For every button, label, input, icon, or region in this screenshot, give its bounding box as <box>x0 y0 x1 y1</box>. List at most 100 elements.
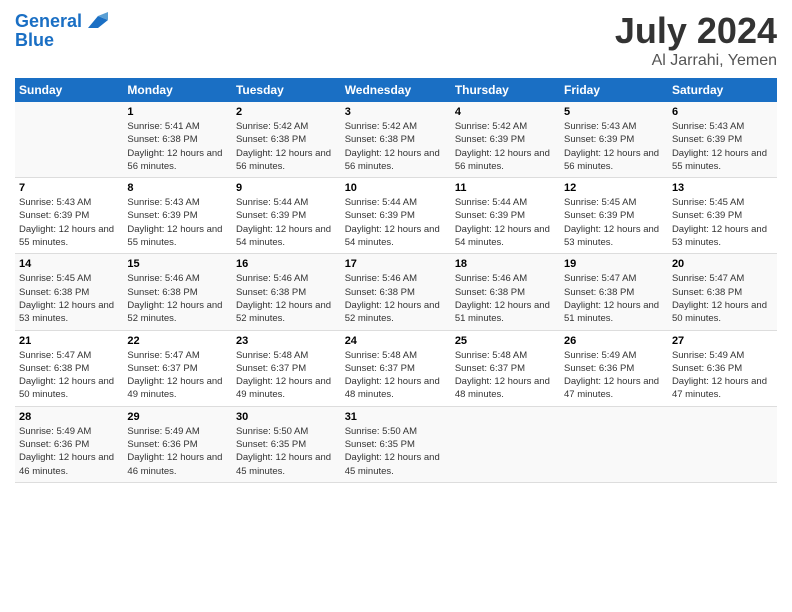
day-number: 21 <box>19 335 119 347</box>
cell-w1d5: 12Sunrise: 5:45 AMSunset: 6:39 PMDayligh… <box>560 178 668 254</box>
day-number: 2 <box>236 106 337 118</box>
week-row-2: 14 Sunrise: 5:45 AMSunset: 6:38 PMDayligh… <box>15 254 777 330</box>
day-number: 18 <box>455 258 556 270</box>
col-friday: Friday <box>560 78 668 102</box>
day-info: Sunrise: 5:48 AMSunset: 6:37 PMDaylight:… <box>455 349 556 402</box>
cell-w4d0: 28 Sunrise: 5:49 AMSunset: 6:36 PMDayligh… <box>15 406 123 482</box>
cell-w0d4: 4 Sunrise: 5:42 AMSunset: 6:39 PMDaylight… <box>451 102 560 178</box>
cell-w2d6: 20 Sunrise: 5:47 AMSunset: 6:38 PMDayligh… <box>668 254 777 330</box>
day-info: Sunrise: 5:41 AMSunset: 6:38 PMDaylight:… <box>127 120 228 173</box>
day-info: Sunrise: 5:47 AMSunset: 6:38 PMDaylight:… <box>564 272 664 325</box>
day-number: 17 <box>345 258 447 270</box>
cell-w3d4: 25 Sunrise: 5:48 AMSunset: 6:37 PMDayligh… <box>451 330 560 406</box>
day-number: 6 <box>672 106 773 118</box>
day-info: Sunrise: 5:42 AMSunset: 6:38 PMDaylight:… <box>345 120 447 173</box>
day-info: Sunrise: 5:49 AMSunset: 6:36 PMDaylight:… <box>127 425 228 478</box>
day-info: Sunrise: 5:48 AMSunset: 6:37 PMDaylight:… <box>236 349 337 402</box>
day-info: Sunrise: 5:46 AMSunset: 6:38 PMDaylight:… <box>455 272 556 325</box>
day-info: Sunrise: 5:46 AMSunset: 6:38 PMDaylight:… <box>127 272 228 325</box>
day-info: Sunrise: 5:50 AMSunset: 6:35 PMDaylight:… <box>345 425 447 478</box>
cell-w2d2: 16 Sunrise: 5:46 AMSunset: 6:38 PMDayligh… <box>232 254 341 330</box>
day-number: 20 <box>672 258 773 270</box>
cell-w0d6: 6Sunrise: 5:43 AMSunset: 6:39 PMDaylight… <box>668 102 777 178</box>
col-monday: Monday <box>123 78 232 102</box>
cell-w2d5: 19 Sunrise: 5:47 AMSunset: 6:38 PMDayligh… <box>560 254 668 330</box>
cell-w2d3: 17 Sunrise: 5:46 AMSunset: 6:38 PMDayligh… <box>341 254 451 330</box>
day-number: 16 <box>236 258 337 270</box>
day-number: 24 <box>345 335 447 347</box>
day-info: Sunrise: 5:43 AMSunset: 6:39 PMDaylight:… <box>564 120 664 173</box>
day-number: 10 <box>345 182 447 194</box>
day-info: Sunrise: 5:44 AMSunset: 6:39 PMDaylight:… <box>236 196 337 249</box>
cell-w3d3: 24 Sunrise: 5:48 AMSunset: 6:37 PMDayligh… <box>341 330 451 406</box>
day-number: 13 <box>672 182 773 194</box>
cell-w0d1: 1 Sunrise: 5:41 AMSunset: 6:38 PMDaylight… <box>123 102 232 178</box>
col-tuesday: Tuesday <box>232 78 341 102</box>
day-number: 29 <box>127 411 228 423</box>
cell-w1d3: 10 Sunrise: 5:44 AMSunset: 6:39 PMDayligh… <box>341 178 451 254</box>
cell-w0d2: 2 Sunrise: 5:42 AMSunset: 6:38 PMDaylight… <box>232 102 341 178</box>
col-wednesday: Wednesday <box>341 78 451 102</box>
day-number: 11 <box>455 182 556 194</box>
day-number: 9 <box>236 182 337 194</box>
cell-w1d0: 7Sunrise: 5:43 AMSunset: 6:39 PMDaylight… <box>15 178 123 254</box>
day-number: 30 <box>236 411 337 423</box>
day-info: Sunrise: 5:46 AMSunset: 6:38 PMDaylight:… <box>236 272 337 325</box>
logo-icon <box>84 10 108 34</box>
day-number: 26 <box>564 335 664 347</box>
month-title: July 2024 <box>615 10 777 52</box>
cell-w2d0: 14 Sunrise: 5:45 AMSunset: 6:38 PMDayligh… <box>15 254 123 330</box>
day-info: Sunrise: 5:49 AMSunset: 6:36 PMDaylight:… <box>564 349 664 402</box>
day-info: Sunrise: 5:48 AMSunset: 6:37 PMDaylight:… <box>345 349 447 402</box>
col-sunday: Sunday <box>15 78 123 102</box>
day-info: Sunrise: 5:49 AMSunset: 6:36 PMDaylight:… <box>672 349 773 402</box>
day-number: 31 <box>345 411 447 423</box>
day-number: 3 <box>345 106 447 118</box>
day-info: Sunrise: 5:47 AMSunset: 6:38 PMDaylight:… <box>19 349 119 402</box>
cell-w3d1: 22Sunrise: 5:47 AMSunset: 6:37 PMDayligh… <box>123 330 232 406</box>
day-number: 4 <box>455 106 556 118</box>
week-row-3: 21 Sunrise: 5:47 AMSunset: 6:38 PMDayligh… <box>15 330 777 406</box>
day-info: Sunrise: 5:43 AMSunset: 6:39 PMDaylight:… <box>19 196 119 249</box>
week-row-0: 1 Sunrise: 5:41 AMSunset: 6:38 PMDaylight… <box>15 102 777 178</box>
day-info: Sunrise: 5:46 AMSunset: 6:38 PMDaylight:… <box>345 272 447 325</box>
cell-w4d1: 29 Sunrise: 5:49 AMSunset: 6:36 PMDayligh… <box>123 406 232 482</box>
header-row: Sunday Monday Tuesday Wednesday Thursday… <box>15 78 777 102</box>
week-row-1: 7Sunrise: 5:43 AMSunset: 6:39 PMDaylight… <box>15 178 777 254</box>
cell-w3d2: 23Sunrise: 5:48 AMSunset: 6:37 PMDayligh… <box>232 330 341 406</box>
day-number: 1 <box>127 106 228 118</box>
cell-w3d6: 27 Sunrise: 5:49 AMSunset: 6:36 PMDayligh… <box>668 330 777 406</box>
day-info: Sunrise: 5:45 AMSunset: 6:39 PMDaylight:… <box>672 196 773 249</box>
cell-w0d5: 5 Sunrise: 5:43 AMSunset: 6:39 PMDaylight… <box>560 102 668 178</box>
day-number: 27 <box>672 335 773 347</box>
cell-w3d5: 26 Sunrise: 5:49 AMSunset: 6:36 PMDayligh… <box>560 330 668 406</box>
calendar-table: Sunday Monday Tuesday Wednesday Thursday… <box>15 78 777 483</box>
day-info: Sunrise: 5:43 AMSunset: 6:39 PMDaylight:… <box>127 196 228 249</box>
week-row-4: 28 Sunrise: 5:49 AMSunset: 6:36 PMDayligh… <box>15 406 777 482</box>
day-number: 22 <box>127 335 228 347</box>
day-number: 19 <box>564 258 664 270</box>
cell-w2d1: 15Sunrise: 5:46 AMSunset: 6:38 PMDayligh… <box>123 254 232 330</box>
day-info: Sunrise: 5:49 AMSunset: 6:36 PMDaylight:… <box>19 425 119 478</box>
cell-w0d0 <box>15 102 123 178</box>
header: General Blue July 2024 Al Jarrahi, Yemen <box>15 10 777 70</box>
day-info: Sunrise: 5:44 AMSunset: 6:39 PMDaylight:… <box>345 196 447 249</box>
day-number: 5 <box>564 106 664 118</box>
logo-general: General <box>15 11 82 31</box>
day-info: Sunrise: 5:42 AMSunset: 6:39 PMDaylight:… <box>455 120 556 173</box>
calendar-page: General Blue July 2024 Al Jarrahi, Yemen… <box>0 0 792 612</box>
day-info: Sunrise: 5:42 AMSunset: 6:38 PMDaylight:… <box>236 120 337 173</box>
cell-w2d4: 18 Sunrise: 5:46 AMSunset: 6:38 PMDayligh… <box>451 254 560 330</box>
day-number: 28 <box>19 411 119 423</box>
cell-w4d3: 31 Sunrise: 5:50 AMSunset: 6:35 PMDayligh… <box>341 406 451 482</box>
cell-w4d4 <box>451 406 560 482</box>
cell-w3d0: 21 Sunrise: 5:47 AMSunset: 6:38 PMDayligh… <box>15 330 123 406</box>
day-info: Sunrise: 5:45 AMSunset: 6:38 PMDaylight:… <box>19 272 119 325</box>
title-block: July 2024 Al Jarrahi, Yemen <box>615 10 777 70</box>
cell-w4d2: 30Sunrise: 5:50 AMSunset: 6:35 PMDayligh… <box>232 406 341 482</box>
day-number: 14 <box>19 258 119 270</box>
day-number: 25 <box>455 335 556 347</box>
logo-text: General <box>15 12 82 32</box>
day-info: Sunrise: 5:45 AMSunset: 6:39 PMDaylight:… <box>564 196 664 249</box>
day-info: Sunrise: 5:47 AMSunset: 6:38 PMDaylight:… <box>672 272 773 325</box>
